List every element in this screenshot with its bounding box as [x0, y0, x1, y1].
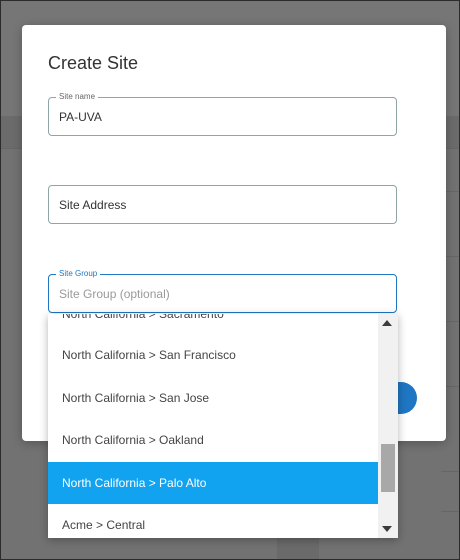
site-name-value[interactable]: PA-UVA: [59, 110, 102, 124]
site-address-field[interactable]: Site Address: [48, 185, 397, 224]
site-group-dropdown[interactable]: North California > Sacramento North Cali…: [48, 314, 398, 538]
background-row-divider: [441, 511, 459, 512]
background-row-divider: [441, 471, 459, 472]
scroll-down-icon[interactable]: [382, 526, 392, 532]
dropdown-option[interactable]: North California > San Francisco: [48, 334, 378, 376]
site-group-field[interactable]: Site Group Site Group (optional): [48, 269, 397, 313]
background-panel: [277, 536, 319, 559]
dropdown-option[interactable]: North California > San Jose: [48, 377, 378, 419]
site-address-placeholder: Site Address: [59, 198, 127, 212]
site-group-label: Site Group: [56, 269, 101, 279]
dropdown-option-selected[interactable]: North California > Palo Alto: [48, 462, 378, 504]
dropdown-scrollbar[interactable]: [378, 314, 398, 538]
dropdown-option[interactable]: North California > Oakland: [48, 419, 378, 461]
scroll-up-icon[interactable]: [382, 320, 392, 326]
site-group-placeholder: Site Group (optional): [59, 287, 170, 301]
scrollbar-thumb[interactable]: [381, 444, 395, 492]
site-name-label: Site name: [56, 92, 99, 102]
dropdown-list: North California > Sacramento North Cali…: [48, 314, 378, 538]
dropdown-option[interactable]: North California > Sacramento: [48, 314, 378, 335]
dialog-title: Create Site: [48, 53, 139, 73]
site-name-field[interactable]: Site name PA-UVA: [48, 92, 397, 136]
dropdown-option[interactable]: Acme > Central: [48, 504, 378, 538]
